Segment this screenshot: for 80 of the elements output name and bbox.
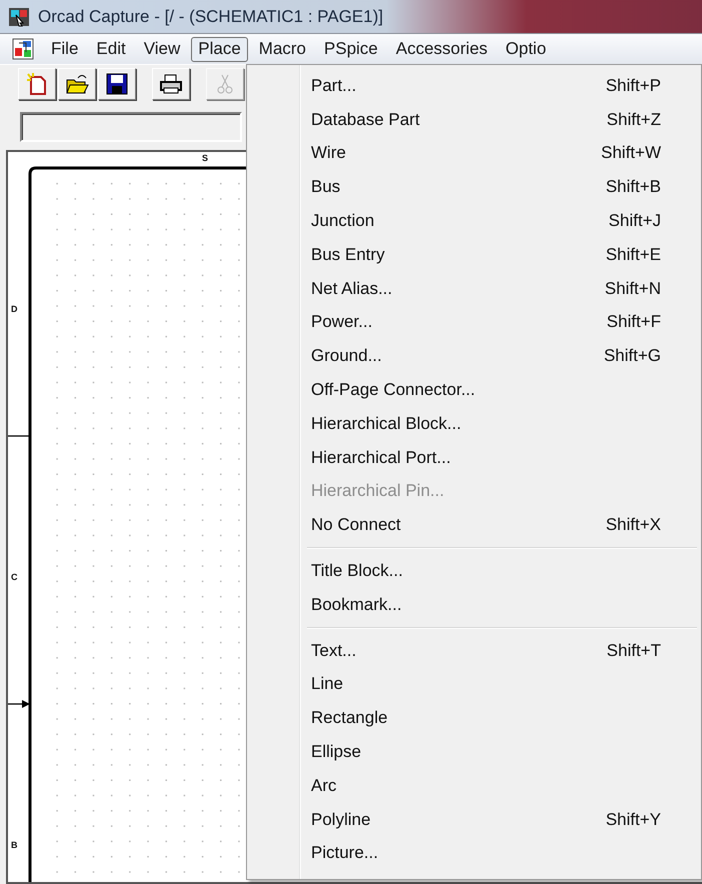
menu-option-label: Off-Page Connector...	[311, 380, 476, 400]
shortcut-text: Shift+X	[606, 515, 661, 536]
menu-option-label: Picture...	[311, 843, 378, 864]
menu-option[interactable]: Power... Shift+F	[249, 306, 699, 340]
sheet-zone-label: C	[11, 572, 18, 582]
sheet-zone-label: D	[11, 304, 18, 314]
menu-option-label: Arc	[311, 776, 336, 796]
combo-field[interactable]	[20, 112, 242, 142]
shortcut-text: Shift+T	[606, 640, 661, 661]
open-folder-icon	[65, 72, 89, 96]
menu-option-label: Hierarchical Pin...	[311, 481, 444, 502]
printer-icon	[159, 72, 183, 96]
shortcut-text: Shift+N	[604, 278, 661, 299]
menu-option[interactable]: Rectangle	[249, 701, 699, 736]
menu-option[interactable]: Ellipse	[249, 735, 699, 769]
menu-option-label: Database Part	[311, 110, 420, 130]
menu-option[interactable]: No Connect Shift+X	[249, 508, 699, 542]
menu-option-label: Net Alias...	[311, 278, 392, 299]
window-title: Orcad Capture - [/ - (SCHEMATIC1 : PAGE1)]	[38, 6, 384, 26]
shortcut-text: Shift+Z	[606, 110, 661, 130]
menu-option-label: Hierarchical Block...	[311, 414, 462, 434]
menu-option[interactable]: Bus Shift+B	[249, 170, 699, 204]
menu-option[interactable]: Hierarchical Port...	[249, 440, 699, 475]
menu-item[interactable]: Place	[191, 36, 248, 62]
menu-item[interactable]: File	[44, 36, 86, 62]
toolbar-button[interactable]	[58, 68, 96, 100]
menu-option-label: Ellipse	[311, 742, 362, 762]
menu-option[interactable]: Part... Shift+P	[249, 69, 699, 103]
menu-option-label: Hierarchical Port...	[311, 448, 451, 468]
menu-item[interactable]: Optio	[498, 36, 554, 62]
menu-option[interactable]: Junction Shift+J	[249, 204, 699, 238]
menu-item[interactable]: View	[136, 36, 188, 62]
menu-option[interactable]: Bookmark...	[249, 588, 699, 622]
toolbar-button[interactable]	[18, 68, 56, 100]
menu-option-label: Line	[311, 674, 344, 694]
menu-option-label: Rectangle	[311, 708, 388, 728]
menu-option[interactable]: Bus Entry Shift+E	[249, 238, 699, 272]
app-icon	[8, 6, 30, 26]
menu-option-label: Part...	[311, 76, 356, 96]
menu-option[interactable]: Title Block...	[249, 554, 699, 588]
menu-option[interactable]: Database Part Shift+Z	[249, 102, 699, 137]
menu-option[interactable]: Hierarchical Block...	[249, 406, 699, 441]
menu-option-label: Title Block...	[311, 561, 403, 582]
shortcut-text: Shift+F	[606, 312, 661, 332]
menu-option[interactable]: Ground... Shift+G	[249, 339, 699, 374]
toolbar-button[interactable]	[152, 68, 190, 100]
menu-option[interactable]: Text... Shift+T	[249, 634, 699, 668]
menu-option-label: Text...	[311, 640, 356, 661]
document-icon	[12, 38, 34, 60]
menu-option-label: Bus Entry	[311, 244, 385, 265]
shortcut-text: Shift+E	[606, 244, 661, 265]
shortcut-text: Shift+Y	[606, 810, 661, 830]
menu-item[interactable]: Accessories	[388, 36, 495, 62]
menu-option[interactable]: Polyline Shift+Y	[249, 802, 699, 837]
menu-option[interactable]: Line	[249, 668, 699, 702]
menu-option-label: Bookmark...	[311, 594, 402, 615]
menu-item[interactable]: PSpice	[317, 36, 385, 62]
menu-option-label: Bus	[311, 177, 340, 198]
menu-option[interactable]: Off-Page Connector...	[249, 373, 699, 407]
toolbar-button[interactable]	[98, 68, 136, 100]
shortcut-text: Shift+P	[606, 76, 661, 96]
new-document-icon	[25, 72, 49, 96]
shortcut-text: Shift+W	[601, 143, 661, 164]
menu-item[interactable]: Macro	[252, 36, 314, 62]
shortcut-text: Shift+J	[608, 211, 661, 232]
menu-option-label: Wire	[311, 143, 346, 164]
shortcut-text: Shift+B	[606, 177, 661, 198]
menu-option-label: Junction	[311, 211, 374, 232]
menu-option[interactable]: Net Alias... Shift+N	[249, 272, 699, 306]
menu-option[interactable]: Arc	[249, 768, 699, 803]
menu-item[interactable]: Edit	[89, 36, 133, 62]
menu-option-label: Polyline	[311, 810, 371, 830]
menu-option-label: Power...	[311, 312, 372, 332]
menu-option[interactable]: Picture...	[249, 836, 699, 870]
shortcut-text: Shift+G	[604, 346, 661, 366]
menu-option-label: Ground...	[311, 346, 382, 366]
menu-option[interactable]: Wire Shift+W	[249, 136, 699, 170]
sheet-zone-label: B	[11, 840, 18, 850]
menu-option-label: No Connect	[311, 515, 401, 536]
sheet-zone-label: S	[202, 153, 208, 163]
